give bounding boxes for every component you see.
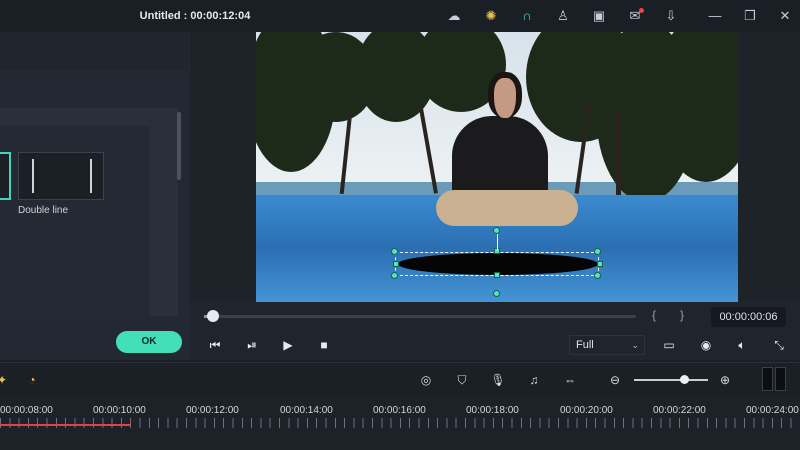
person-head — [488, 72, 522, 118]
resize-handle[interactable] — [594, 248, 601, 255]
play-frame-icon[interactable]: ⏯ — [245, 338, 259, 352]
resize-handle[interactable] — [391, 248, 398, 255]
chevron-down-icon: ⌄ — [631, 340, 639, 350]
quality-select[interactable]: Full ⌄ — [569, 335, 645, 355]
close-icon[interactable]: ✕ — [777, 8, 793, 24]
fit-icon[interactable]: ⇔ — [562, 372, 578, 388]
ruler-label: 00:00:12:00 — [186, 405, 239, 416]
download-icon[interactable]: ⇩ — [663, 8, 679, 24]
preset-label: Double line — [18, 205, 69, 216]
cloud-icon[interactable]: ☁ — [446, 8, 462, 24]
line-glyph — [90, 159, 92, 193]
ruler-label: 00:00:24:00 — [746, 405, 799, 416]
scene-trunk — [616, 112, 621, 196]
rotate-handle[interactable] — [493, 227, 500, 234]
ok-button[interactable]: OK — [116, 331, 182, 353]
resize-handle[interactable] — [393, 261, 399, 267]
zoom-out-icon[interactable]: ⊖ — [607, 372, 623, 388]
ruler-label: 00:00:16:00 — [373, 405, 426, 416]
mark-in-icon[interactable]: { — [652, 308, 656, 322]
line-glyph — [32, 159, 34, 193]
anchor-handle[interactable] — [493, 290, 500, 297]
progress-track[interactable] — [204, 315, 636, 318]
ruler-ticks — [0, 418, 800, 428]
ruler-label: 00:00:20:00 — [560, 405, 613, 416]
ruler-label: 00:00:14:00 — [280, 405, 333, 416]
playhead-range — [0, 424, 131, 426]
video-preview[interactable] — [256, 32, 738, 302]
ruler-label: 00:00:22:00 — [653, 405, 706, 416]
bulb-icon[interactable]: ✺ — [483, 8, 499, 24]
ruler-label: 00:00:18:00 — [466, 405, 519, 416]
zoom-slider[interactable] — [634, 379, 708, 381]
mic-icon[interactable]: 🎙︎ — [490, 372, 506, 388]
resize-handle[interactable] — [597, 261, 603, 267]
minimize-icon[interactable]: — — [707, 8, 723, 24]
window-title: Untitled : 00:00:12:04 — [139, 10, 251, 22]
notification-dot — [639, 8, 644, 13]
marker-icon[interactable]: ⛉ — [454, 372, 470, 388]
speed-icon[interactable]: ◔ — [24, 372, 40, 388]
progress-knob[interactable] — [206, 310, 219, 322]
timecode-display: 00:00:00:06 — [711, 307, 786, 327]
resize-handle[interactable] — [494, 272, 500, 278]
previous-frame-icon[interactable]: ⏮ — [208, 338, 222, 352]
zoom-in-icon[interactable]: ⊕ — [717, 372, 733, 388]
ruler-label: 00:00:10:00 — [93, 405, 146, 416]
mark-out-icon[interactable]: } — [680, 308, 684, 322]
save-icon[interactable]: ▣ — [591, 8, 607, 24]
auto-highlight-icon[interactable]: ✦ — [0, 372, 10, 388]
preset-thumb-selected[interactable] — [0, 152, 11, 200]
monitor-icon[interactable]: ▭ — [662, 338, 676, 352]
resize-handle[interactable] — [391, 272, 398, 279]
panel-header-strip — [0, 32, 188, 70]
fullscreen-icon[interactable]: ⤡ — [772, 338, 786, 352]
volume-icon[interactable]: 🔈︎ — [735, 338, 749, 352]
play-icon[interactable]: ▶ — [281, 338, 295, 352]
panel-scrollbar[interactable] — [177, 112, 181, 180]
quality-value: Full — [576, 339, 594, 351]
user-icon[interactable]: ♙ — [555, 8, 571, 24]
person-legs — [436, 190, 578, 226]
headset-icon[interactable]: ∩ — [519, 8, 535, 24]
render-icon[interactable]: ◎ — [418, 372, 434, 388]
ruler-label: 00:00:08:00 — [0, 405, 53, 416]
resize-handle[interactable] — [594, 272, 601, 279]
restore-icon[interactable]: ❐ — [742, 8, 758, 24]
layout-toggle-icon[interactable] — [762, 367, 788, 391]
preset-thumb-double-line[interactable] — [18, 152, 104, 200]
rotate-stem — [497, 234, 498, 250]
stop-icon[interactable]: ■ — [317, 338, 331, 352]
snapshot-icon[interactable]: ◉ — [699, 338, 713, 352]
audio-list-icon[interactable]: ♫ — [526, 372, 542, 388]
